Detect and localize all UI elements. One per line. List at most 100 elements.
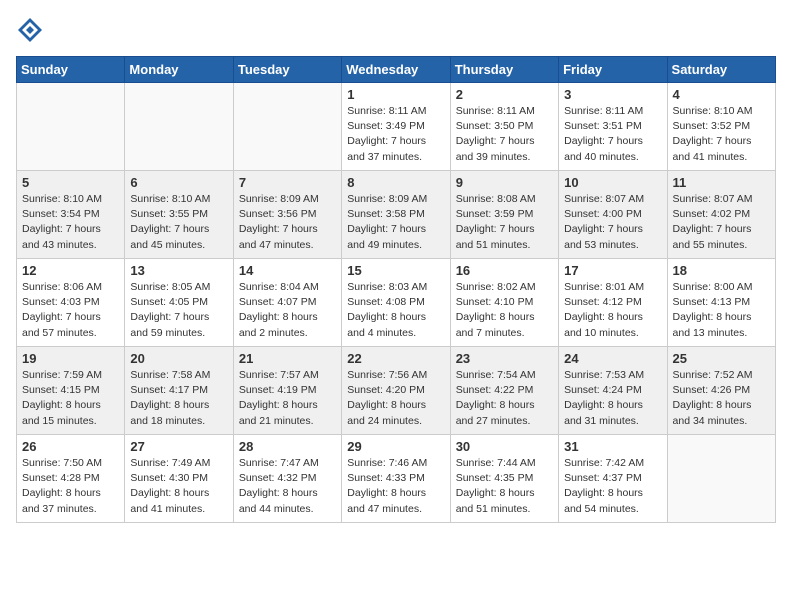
day-number: 29 — [347, 439, 444, 454]
weekday-header-wednesday: Wednesday — [342, 57, 450, 83]
day-number: 21 — [239, 351, 336, 366]
day-number: 16 — [456, 263, 553, 278]
calendar-cell: 18 Sunrise: 8:00 AMSunset: 4:13 PMDayligh… — [667, 259, 775, 347]
day-number: 14 — [239, 263, 336, 278]
cell-text: Sunrise: 8:00 AMSunset: 4:13 PMDaylight:… — [673, 280, 770, 341]
day-number: 9 — [456, 175, 553, 190]
cell-text: Sunrise: 7:42 AMSunset: 4:37 PMDaylight:… — [564, 456, 661, 517]
calendar-cell: 10 Sunrise: 8:07 AMSunset: 4:00 PMDayligh… — [559, 171, 667, 259]
weekday-header-tuesday: Tuesday — [233, 57, 341, 83]
day-number: 2 — [456, 87, 553, 102]
day-number: 18 — [673, 263, 770, 278]
day-number: 12 — [22, 263, 119, 278]
cell-text: Sunrise: 8:02 AMSunset: 4:10 PMDaylight:… — [456, 280, 553, 341]
calendar-cell: 30 Sunrise: 7:44 AMSunset: 4:35 PMDayligh… — [450, 435, 558, 523]
cell-text: Sunrise: 8:08 AMSunset: 3:59 PMDaylight:… — [456, 192, 553, 253]
calendar-cell: 2 Sunrise: 8:11 AMSunset: 3:50 PMDaylight… — [450, 83, 558, 171]
cell-text: Sunrise: 8:06 AMSunset: 4:03 PMDaylight:… — [22, 280, 119, 341]
logo — [16, 16, 48, 46]
day-number: 27 — [130, 439, 227, 454]
calendar-cell: 3 Sunrise: 8:11 AMSunset: 3:51 PMDaylight… — [559, 83, 667, 171]
cell-text: Sunrise: 8:03 AMSunset: 4:08 PMDaylight:… — [347, 280, 444, 341]
cell-text: Sunrise: 8:11 AMSunset: 3:49 PMDaylight:… — [347, 104, 444, 165]
weekday-header-friday: Friday — [559, 57, 667, 83]
day-number: 23 — [456, 351, 553, 366]
calendar-cell: 29 Sunrise: 7:46 AMSunset: 4:33 PMDayligh… — [342, 435, 450, 523]
calendar-cell: 15 Sunrise: 8:03 AMSunset: 4:08 PMDayligh… — [342, 259, 450, 347]
cell-text: Sunrise: 8:07 AMSunset: 4:02 PMDaylight:… — [673, 192, 770, 253]
calendar-cell: 21Sunrise: 7:57 AMSunset: 4:19 PMDayligh… — [233, 347, 341, 435]
day-number: 6 — [130, 175, 227, 190]
calendar-cell — [17, 83, 125, 171]
day-number: 20 — [130, 351, 227, 366]
calendar-table: SundayMondayTuesdayWednesdayThursdayFrid… — [16, 56, 776, 523]
cell-text: Sunrise: 7:58 AMSunset: 4:17 PMDaylight:… — [130, 368, 227, 429]
calendar-cell: 6 Sunrise: 8:10 AMSunset: 3:55 PMDaylight… — [125, 171, 233, 259]
calendar-cell: 7 Sunrise: 8:09 AMSunset: 3:56 PMDaylight… — [233, 171, 341, 259]
calendar-cell: 9 Sunrise: 8:08 AMSunset: 3:59 PMDaylight… — [450, 171, 558, 259]
calendar-cell: 1Sunrise: 8:11 AMSunset: 3:49 PMDaylight… — [342, 83, 450, 171]
cell-text: Sunrise: 7:50 AMSunset: 4:28 PMDaylight:… — [22, 456, 119, 517]
calendar-cell: 14Sunrise: 8:04 AMSunset: 4:07 PMDayligh… — [233, 259, 341, 347]
calendar-cell: 28 Sunrise: 7:47 AMSunset: 4:32 PMDayligh… — [233, 435, 341, 523]
weekday-header-row: SundayMondayTuesdayWednesdayThursdayFrid… — [17, 57, 776, 83]
cell-text: Sunrise: 8:09 AMSunset: 3:58 PMDaylight:… — [347, 192, 444, 253]
cell-text: Sunrise: 8:10 AMSunset: 3:52 PMDaylight:… — [673, 104, 770, 165]
day-number: 17 — [564, 263, 661, 278]
calendar-cell — [667, 435, 775, 523]
calendar-cell: 23Sunrise: 7:54 AMSunset: 4:22 PMDayligh… — [450, 347, 558, 435]
cell-text: Sunrise: 8:09 AMSunset: 3:56 PMDaylight:… — [239, 192, 336, 253]
calendar-week-row-1: 1Sunrise: 8:11 AMSunset: 3:49 PMDaylight… — [17, 83, 776, 171]
cell-text: Sunrise: 8:10 AMSunset: 3:54 PMDaylight:… — [22, 192, 119, 253]
weekday-header-sunday: Sunday — [17, 57, 125, 83]
cell-text: Sunrise: 7:49 AMSunset: 4:30 PMDaylight:… — [130, 456, 227, 517]
cell-text: Sunrise: 7:52 AMSunset: 4:26 PMDaylight:… — [673, 368, 770, 429]
day-number: 28 — [239, 439, 336, 454]
calendar-cell: 22 Sunrise: 7:56 AMSunset: 4:20 PMDayligh… — [342, 347, 450, 435]
day-number: 15 — [347, 263, 444, 278]
day-number: 10 — [564, 175, 661, 190]
cell-text: Sunrise: 8:01 AMSunset: 4:12 PMDaylight:… — [564, 280, 661, 341]
day-number: 11 — [673, 175, 770, 190]
day-number: 22 — [347, 351, 444, 366]
calendar-cell: 31 Sunrise: 7:42 AMSunset: 4:37 PMDayligh… — [559, 435, 667, 523]
cell-text: Sunrise: 7:46 AMSunset: 4:33 PMDaylight:… — [347, 456, 444, 517]
weekday-header-saturday: Saturday — [667, 57, 775, 83]
calendar-cell: 13Sunrise: 8:05 AMSunset: 4:05 PMDayligh… — [125, 259, 233, 347]
calendar-cell: 25 Sunrise: 7:52 AMSunset: 4:26 PMDayligh… — [667, 347, 775, 435]
day-number: 8 — [347, 175, 444, 190]
cell-text: Sunrise: 7:47 AMSunset: 4:32 PMDaylight:… — [239, 456, 336, 517]
cell-text: Sunrise: 8:11 AMSunset: 3:51 PMDaylight:… — [564, 104, 661, 165]
calendar-cell: 24 Sunrise: 7:53 AMSunset: 4:24 PMDayligh… — [559, 347, 667, 435]
calendar-cell: 5 Sunrise: 8:10 AMSunset: 3:54 PMDaylight… — [17, 171, 125, 259]
day-number: 4 — [673, 87, 770, 102]
calendar-week-row-2: 5 Sunrise: 8:10 AMSunset: 3:54 PMDaylight… — [17, 171, 776, 259]
calendar-cell: 12 Sunrise: 8:06 AMSunset: 4:03 PMDayligh… — [17, 259, 125, 347]
day-number: 30 — [456, 439, 553, 454]
cell-text: Sunrise: 7:53 AMSunset: 4:24 PMDaylight:… — [564, 368, 661, 429]
calendar-cell: 11 Sunrise: 8:07 AMSunset: 4:02 PMDayligh… — [667, 171, 775, 259]
cell-text: Sunrise: 8:11 AMSunset: 3:50 PMDaylight:… — [456, 104, 553, 165]
day-number: 7 — [239, 175, 336, 190]
logo-icon — [16, 16, 44, 44]
calendar-week-row-3: 12 Sunrise: 8:06 AMSunset: 4:03 PMDayligh… — [17, 259, 776, 347]
calendar-cell: 16 Sunrise: 8:02 AMSunset: 4:10 PMDayligh… — [450, 259, 558, 347]
cell-text: Sunrise: 8:10 AMSunset: 3:55 PMDaylight:… — [130, 192, 227, 253]
calendar-cell: 20 Sunrise: 7:58 AMSunset: 4:17 PMDayligh… — [125, 347, 233, 435]
day-number: 13 — [130, 263, 227, 278]
day-number: 3 — [564, 87, 661, 102]
weekday-header-thursday: Thursday — [450, 57, 558, 83]
cell-text: Sunrise: 7:56 AMSunset: 4:20 PMDaylight:… — [347, 368, 444, 429]
day-number: 19 — [22, 351, 119, 366]
calendar-cell — [125, 83, 233, 171]
day-number: 5 — [22, 175, 119, 190]
calendar-cell: 17 Sunrise: 8:01 AMSunset: 4:12 PMDayligh… — [559, 259, 667, 347]
day-number: 24 — [564, 351, 661, 366]
cell-text: Sunrise: 7:44 AMSunset: 4:35 PMDaylight:… — [456, 456, 553, 517]
day-number: 25 — [673, 351, 770, 366]
calendar-cell — [233, 83, 341, 171]
day-number: 31 — [564, 439, 661, 454]
calendar-cell: 19Sunrise: 7:59 AMSunset: 4:15 PMDayligh… — [17, 347, 125, 435]
cell-text: Sunrise: 8:07 AMSunset: 4:00 PMDaylight:… — [564, 192, 661, 253]
calendar-cell: 26Sunrise: 7:50 AMSunset: 4:28 PMDayligh… — [17, 435, 125, 523]
